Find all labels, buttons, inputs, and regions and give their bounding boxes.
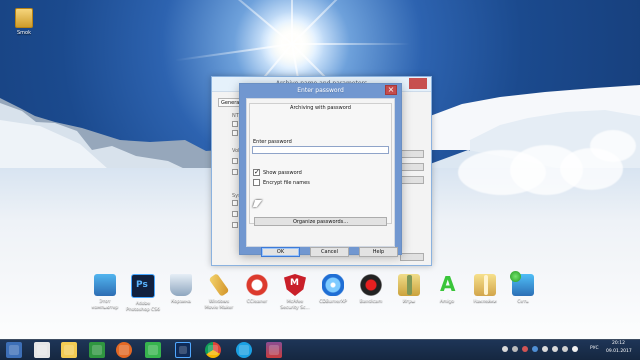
encrypt-file-names-option[interactable]: Encrypt file names <box>253 179 310 186</box>
archive-checkbox[interactable] <box>232 211 238 217</box>
enter-password-dialog[interactable]: Enter password × Archiving with password… <box>240 84 401 257</box>
desktop-shortcut-movie-maker[interactable]: Windows Movie Maker <box>202 273 236 311</box>
cd-burner-icon <box>322 274 344 296</box>
sticker-folder-icon <box>474 274 496 296</box>
side-button[interactable] <box>400 176 424 184</box>
password-group-box <box>249 103 392 224</box>
winrar-taskbar-icon[interactable] <box>266 342 282 358</box>
dialog-body: Archiving with password Enter password S… <box>246 98 398 257</box>
photoshop-taskbar-icon[interactable] <box>175 342 191 358</box>
desktop-shortcut-label: Этот компьютер <box>91 299 119 310</box>
folder-taskbar-icon[interactable] <box>61 342 77 358</box>
dialog-titlebar[interactable]: Enter password × <box>240 84 401 98</box>
desktop-shortcut-mcafee[interactable]: M McAfee Security Sc... <box>278 274 312 311</box>
desktop-shortcut-label: Adobe Photoshop CS6 <box>126 301 160 312</box>
excel-taskbar-icon[interactable] <box>89 342 105 358</box>
tray-icon[interactable] <box>542 346 548 352</box>
clock-date[interactable]: 09.01.2017 <box>606 349 632 354</box>
recycle-bin-icon <box>170 274 192 296</box>
show-password-option[interactable]: Show password <box>253 168 302 176</box>
password-input[interactable] <box>252 146 389 154</box>
games-folder-icon <box>398 274 420 296</box>
tray-icon[interactable] <box>522 346 528 352</box>
desktop-shortcut-games[interactable]: Игры <box>392 274 426 305</box>
cancel-button[interactable]: Cancel <box>310 247 349 257</box>
dialog-title: Enter password <box>297 87 344 94</box>
taskbar: РУС 20:12 09.01.2017 <box>0 339 640 360</box>
tray-icon[interactable] <box>512 346 518 352</box>
ccleaner-icon <box>246 274 268 296</box>
start-button[interactable] <box>6 342 22 358</box>
show-password-label: Show password <box>263 169 302 176</box>
computer-icon <box>94 274 116 296</box>
desktop-shortcut-label: Корзина <box>171 299 191 304</box>
archive-checkbox[interactable] <box>232 222 238 228</box>
desktop-shortcut-cdburnerxp[interactable]: CDBurnerXP <box>316 274 350 305</box>
desktop-shortcut-label: CDBurnerXP <box>319 299 347 304</box>
desktop-shortcut-label: Наклейки <box>473 299 497 304</box>
desktop-shortcut-amigo[interactable]: A Amigo <box>430 274 464 305</box>
desktop-shortcut-label: CCleaner <box>246 299 268 304</box>
encrypt-file-names-checkbox[interactable] <box>253 179 260 186</box>
dialog-heading: Archiving with password <box>290 105 351 111</box>
show-password-checkbox[interactable] <box>253 168 260 176</box>
desktop-shortcut-label: Bandicam <box>359 299 383 304</box>
folder-icon <box>15 8 33 28</box>
tray-icon[interactable] <box>562 346 568 352</box>
snow-spray <box>590 130 636 162</box>
tray-icon[interactable] <box>552 346 558 352</box>
archive-checkbox[interactable] <box>232 158 238 164</box>
desktop-shortcut-label: Windows Movie Maker <box>204 299 234 310</box>
archive-checkbox[interactable] <box>232 130 238 136</box>
desktop-shortcut-bandicam[interactable]: Bandicam <box>354 274 388 305</box>
desktop-shortcut-this-pc[interactable]: Этот компьютер <box>88 274 122 311</box>
mcafee-shield-icon: M <box>284 274 306 296</box>
chrome-taskbar-icon[interactable] <box>205 342 221 358</box>
desktop-shortcut-label: Сеть <box>517 299 529 304</box>
close-icon[interactable]: × <box>385 85 397 95</box>
photoshop-icon: Ps <box>131 274 155 298</box>
side-button[interactable] <box>400 253 424 261</box>
encrypt-file-names-label: Encrypt file names <box>263 179 310 186</box>
explorer-taskbar-icon[interactable] <box>34 342 50 358</box>
tray-icon[interactable] <box>532 346 538 352</box>
desktop-shortcut-label: McAfee Security Sc... <box>280 299 310 310</box>
desktop-shortcut-network[interactable]: Сеть <box>506 271 540 305</box>
help-button[interactable]: Help <box>359 247 398 257</box>
side-button[interactable] <box>400 163 424 171</box>
movie-maker-icon <box>208 273 230 297</box>
skype-taskbar-icon[interactable] <box>236 342 252 358</box>
desktop-icon-label: Smok <box>17 30 31 36</box>
archive-checkbox[interactable] <box>232 200 238 206</box>
desktop-icon-smok[interactable]: Smok <box>6 8 42 36</box>
amigo-icon: A <box>440 272 456 296</box>
desktop-shortcut-ccleaner[interactable]: CCleaner <box>240 274 274 305</box>
desktop-shortcuts: Этот компьютер Ps Adobe Photoshop CS6 Ко… <box>86 271 556 328</box>
password-label: Enter password <box>253 139 292 145</box>
firefox-taskbar-icon[interactable] <box>116 342 132 358</box>
desktop-shortcut-recycle-bin[interactable]: Корзина <box>164 274 198 305</box>
clock-time[interactable]: 20:12 <box>612 341 625 346</box>
ok-button[interactable]: OK <box>261 247 300 257</box>
close-button[interactable] <box>409 78 427 89</box>
tray-icon[interactable] <box>572 346 578 352</box>
input-language[interactable]: РУС <box>590 346 599 351</box>
desktop-shortcut-stickers[interactable]: Наклейки <box>468 274 502 305</box>
desktop-shortcut-label: Amigo <box>439 299 455 304</box>
archive-checkbox[interactable] <box>232 169 238 175</box>
desktop-shortcut-label: Игры <box>402 299 416 304</box>
archive-checkbox[interactable] <box>232 121 238 127</box>
tray-icon[interactable] <box>502 346 508 352</box>
network-icon <box>510 271 534 296</box>
record-icon <box>360 274 382 296</box>
organize-passwords-button[interactable]: Organize passwords... <box>254 217 387 226</box>
desktop-shortcut-photoshop[interactable]: Ps Adobe Photoshop CS6 <box>126 274 160 313</box>
side-button[interactable] <box>400 150 424 158</box>
green-app-taskbar-icon[interactable] <box>145 342 161 358</box>
